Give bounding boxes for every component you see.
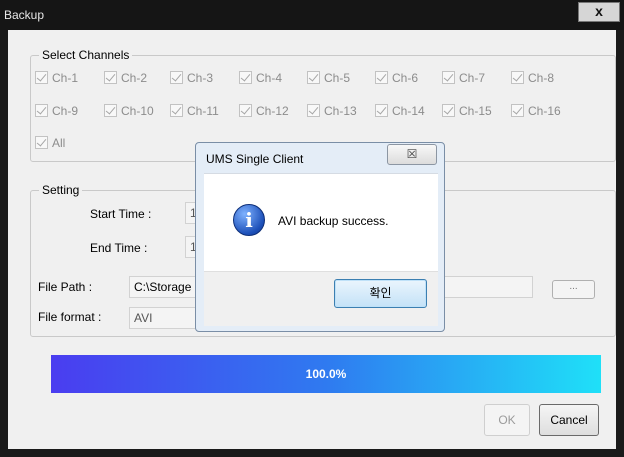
file-path-label: File Path : xyxy=(38,280,93,294)
checkbox-label: Ch-11 xyxy=(187,104,219,118)
checkbox-box xyxy=(307,104,320,117)
checkbox-label: Ch-16 xyxy=(528,104,561,118)
checkbox-box xyxy=(511,104,524,117)
checkbox-box xyxy=(511,71,524,84)
browse-button[interactable]: ... xyxy=(552,280,595,299)
start-time-label: Start Time : xyxy=(90,207,152,221)
title-bar: Backup x xyxy=(0,0,624,30)
checkbox-label: Ch-12 xyxy=(256,104,289,118)
checkbox-box xyxy=(170,104,183,117)
checkbox-box xyxy=(239,71,252,84)
setting-title: Setting xyxy=(39,183,83,197)
confirm-button[interactable]: 확인 xyxy=(334,279,427,308)
close-button[interactable]: x xyxy=(578,2,620,22)
checkbox-box xyxy=(35,71,48,84)
info-icon: i xyxy=(233,204,265,236)
dialog-title: UMS Single Client xyxy=(206,152,304,166)
checkbox-box xyxy=(375,71,388,84)
checkbox-box xyxy=(35,136,48,149)
checkbox-box xyxy=(35,104,48,117)
file-format-label: File format : xyxy=(38,310,102,324)
checkbox-label: Ch-5 xyxy=(324,71,351,85)
checkbox-box xyxy=(442,104,455,117)
checkbox-label: Ch-2 xyxy=(121,71,148,85)
file-path-field-right xyxy=(443,276,533,298)
checkbox-box xyxy=(375,104,388,117)
cancel-button[interactable]: Cancel xyxy=(539,404,599,436)
close-icon: ☒ xyxy=(406,147,418,161)
checkbox-label: Ch-4 xyxy=(256,71,283,85)
file-format-select[interactable]: AVI xyxy=(129,307,199,329)
select-channels-title: Select Channels xyxy=(39,48,133,62)
checkbox-label: All xyxy=(52,136,66,150)
checkbox-box xyxy=(170,71,183,84)
checkbox-label: Ch-3 xyxy=(187,71,214,85)
message-dialog: UMS Single Client ☒ i AVI backup success… xyxy=(195,142,445,332)
checkbox-box xyxy=(307,71,320,84)
end-time-label: End Time : xyxy=(90,241,148,255)
dialog-message: AVI backup success. xyxy=(278,214,389,228)
checkbox-box xyxy=(104,104,117,117)
checkbox-label: Ch-15 xyxy=(459,104,492,118)
dialog-body: i AVI backup success. xyxy=(204,173,438,271)
checkbox-label: Ch-14 xyxy=(392,104,425,118)
checkbox-label: Ch-7 xyxy=(459,71,486,85)
checkbox-label: Ch-9 xyxy=(52,104,79,118)
checkbox-box xyxy=(239,104,252,117)
dialog-close-button[interactable]: ☒ xyxy=(387,144,437,165)
ok-button[interactable]: OK xyxy=(484,404,530,436)
checkbox-box xyxy=(442,71,455,84)
progress-text: 100.0% xyxy=(305,367,347,381)
file-path-field[interactable]: C:\Storage xyxy=(129,276,199,298)
window-title: Backup xyxy=(4,8,45,22)
checkbox-label: Ch-6 xyxy=(392,71,419,85)
checkbox-label: Ch-8 xyxy=(528,71,555,85)
checkbox-label: Ch-13 xyxy=(324,104,357,118)
checkbox-label: Ch-1 xyxy=(52,71,79,85)
progress-bar: 100.0% xyxy=(51,355,601,393)
checkbox-box xyxy=(104,71,117,84)
close-icon: x xyxy=(595,3,603,19)
checkbox-label: Ch-10 xyxy=(121,104,154,118)
